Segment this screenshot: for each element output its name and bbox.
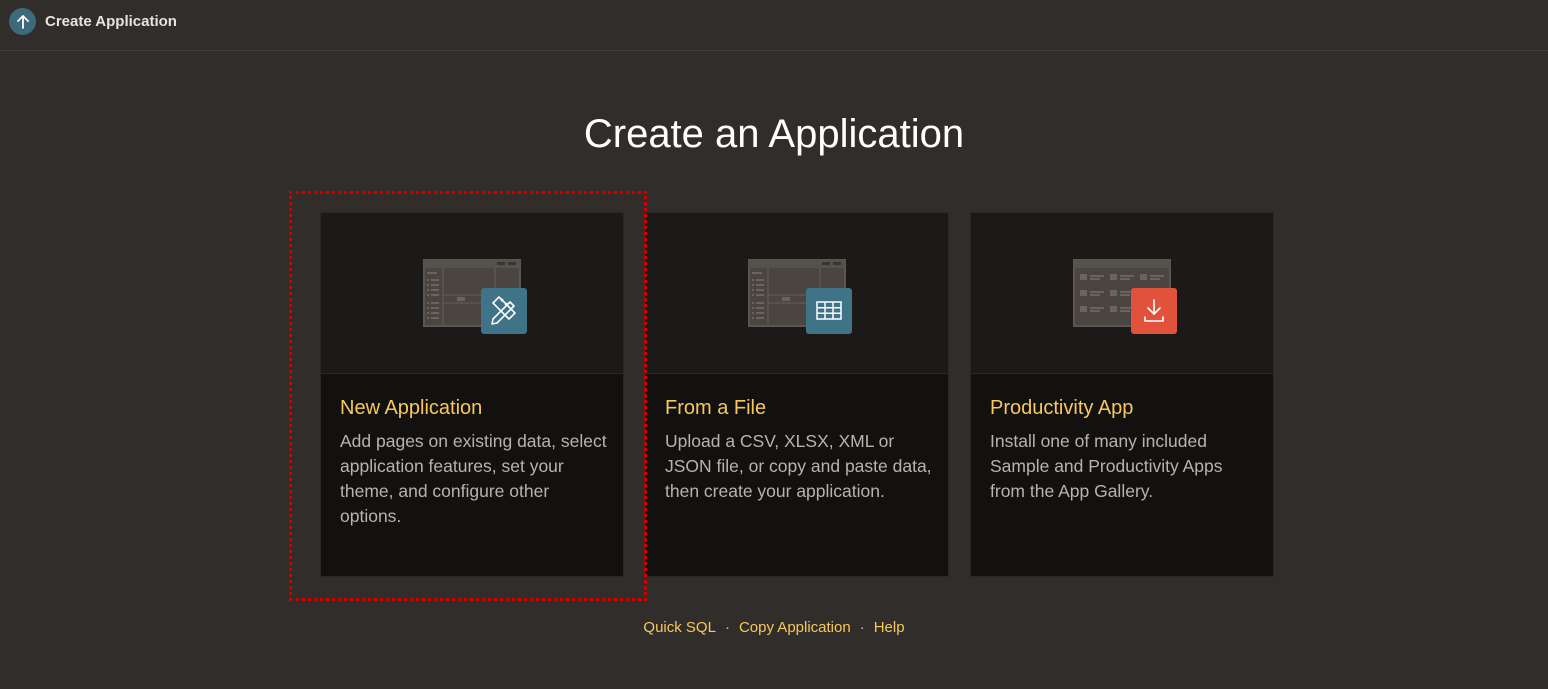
main-heading: Create an Application (583, 112, 965, 156)
app-window-illustration (748, 259, 852, 334)
card-title: From a File (665, 397, 767, 419)
new-application-card[interactable]: New Application Add pages on existing da… (320, 212, 624, 577)
separator: · (724, 619, 730, 636)
card-illustration (321, 213, 623, 374)
copy-application-link[interactable]: Copy Application (739, 619, 851, 636)
card-description: Install one of many included Sample and … (990, 431, 1223, 501)
from-a-file-card[interactable]: From a File Upload a CSV, XLSX, XML or J… (645, 212, 949, 577)
app-window-illustration (423, 259, 527, 334)
card-title: Productivity App (990, 397, 1134, 419)
productivity-app-card[interactable]: Productivity App Install one of many inc… (970, 212, 1274, 577)
card-description: Add pages on existing data, select appli… (340, 431, 607, 526)
app-gallery-illustration (1073, 259, 1177, 334)
footer-links: Quick SQL · Copy Application · Help (0, 618, 1548, 638)
card-title: New Application (340, 397, 483, 419)
arrow-up-icon (16, 14, 29, 29)
back-button[interactable] (9, 8, 36, 35)
separator: · (859, 619, 865, 636)
page-title: Create Application (45, 13, 177, 30)
help-link[interactable]: Help (874, 619, 905, 636)
card-description: Upload a CSV, XLSX, XML or JSON file, or… (665, 431, 932, 501)
quick-sql-link[interactable]: Quick SQL (643, 619, 716, 636)
card-illustration (971, 213, 1273, 374)
top-bar: Create Application (0, 0, 1548, 51)
card-illustration (646, 213, 948, 374)
